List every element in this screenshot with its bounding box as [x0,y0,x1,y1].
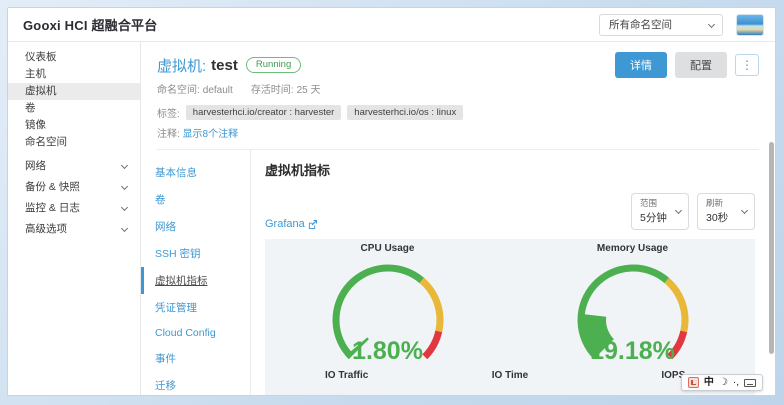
resource-meta: 命名空间:default 存活时间:25 天 [157,81,759,96]
refresh-label: 刷新 [706,197,734,209]
tag-chip: harvesterhci.io/os : linux [347,105,463,120]
sidebar: 仪表板 主机 虚拟机 卷 镜像 命名空间 网络 备份 & 快照 监控 & 日志 … [8,42,141,395]
io-time-chart: IO Time 2 ms1.50 ms1 ms [428,370,591,396]
ime-language-toggle[interactable]: 中 [704,377,714,388]
tab-volumes[interactable]: 卷 [141,186,250,213]
sidebar-item-images[interactable]: 镜像 [8,117,140,134]
top-bar: Gooxi HCI 超融合平台 所有命名空间 [8,8,775,42]
vertical-scrollbar[interactable] [769,142,774,354]
sidebar-item-virtual-machines[interactable]: 虚拟机 [8,83,140,100]
tab-cloud-config[interactable]: Cloud Config [141,321,250,345]
page-header: 虚拟机: test Running 详情 配置 ⋮ 命名空间:default 存活… [141,42,775,150]
range-select[interactable]: 范围 5分钟 [631,193,689,230]
user-avatar[interactable] [737,15,763,35]
area-chart: 5 kB/s4 kB/s3 kB/s [265,381,428,396]
metrics-section-title: 虚拟机指标 [265,160,755,179]
tab-migration[interactable]: 迁移 [141,372,250,396]
refresh-select[interactable]: 刷新 30秒 [697,193,755,230]
range-value: 5分钟 [640,210,668,225]
screenshot-frame: Gooxi HCI 超融合平台 所有命名空间 仪表板 主机 虚拟机 卷 镜像 命… [0,0,784,405]
annotations-label: 注释: [157,129,180,140]
chart-title: IO Time [428,370,591,381]
chevron-down-icon [675,207,682,214]
app-title: Gooxi HCI 超融合平台 [23,15,157,34]
ime-fullwidth-moon-icon[interactable]: ☽ [719,377,728,388]
ime-keyboard-icon[interactable] [744,379,756,387]
gauge-value: 19.18% [528,337,738,366]
io-traffic-chart: IO Traffic 5 kB/s4 kB/s3 kB/s [265,370,428,396]
tag-chip: harvesterhci.io/creator : harvester [186,105,342,120]
chevron-down-icon [121,183,128,190]
chart-title: IO Traffic [265,370,428,381]
ime-punctuation-toggle[interactable]: ·, [733,377,739,388]
sidebar-item-dashboard[interactable]: 仪表板 [8,49,140,66]
ime-logo-icon[interactable] [688,377,699,388]
area-chart: 2 ms1.50 ms1 ms [428,381,591,396]
resource-type-label: 虚拟机: [157,55,206,76]
chevron-down-icon [121,162,128,169]
ime-toolbar[interactable]: 中 ☽ ·, [681,374,763,391]
chevron-down-icon [121,225,128,232]
sidebar-item-volumes[interactable]: 卷 [8,100,140,117]
memory-usage-gauge: Memory Usage 19.18% [510,243,755,368]
details-button[interactable]: 详情 [615,52,667,78]
sidebar-item-advanced[interactable]: 高级选项 [8,219,140,240]
namespace-value: default [203,85,233,96]
range-label: 范围 [640,197,668,209]
cpu-usage-gauge: CPU Usage 1.80% [265,243,510,368]
metrics-dashboard: CPU Usage 1.80% Memory Usage [265,239,755,396]
chevron-down-icon [741,207,748,214]
sidebar-item-monitoring-logs[interactable]: 监控 & 日志 [8,198,140,219]
chevron-down-icon [708,20,715,27]
gauge-value: 1.80% [283,337,493,366]
sidebar-item-hosts[interactable]: 主机 [8,66,140,83]
sidebar-item-backup-snapshot[interactable]: 备份 & 快照 [8,177,140,198]
age-label: 存活时间: [251,85,294,96]
tab-vm-metrics[interactable]: 虚拟机指标 [141,267,250,294]
sidebar-item-namespaces[interactable]: 命名空间 [8,134,140,151]
detail-subnav: 基本信息 卷 网络 SSH 密钥 虚拟机指标 凭证管理 Cloud Config… [141,150,251,395]
show-annotations-link[interactable]: 显示8个注释 [183,129,239,140]
chart-title: Memory Usage [510,243,755,254]
status-badge: Running [246,57,301,73]
sidebar-item-networks[interactable]: 网络 [8,156,140,177]
external-link-icon [308,220,317,229]
age-value: 25 天 [297,85,321,96]
tab-networks[interactable]: 网络 [141,213,250,240]
tags-label: 标签: [157,105,180,120]
namespace-dropdown-value: 所有命名空间 [609,19,672,31]
namespace-label: 命名空间: [157,85,200,96]
app-window: Gooxi HCI 超融合平台 所有命名空间 仪表板 主机 虚拟机 卷 镜像 命… [7,7,776,396]
refresh-value: 30秒 [706,210,734,225]
chevron-down-icon [121,204,128,211]
tab-credentials[interactable]: 凭证管理 [141,294,250,321]
grafana-link[interactable]: Grafana [265,218,317,230]
tab-events[interactable]: 事件 [141,345,250,372]
tab-basic-info[interactable]: 基本信息 [141,159,250,186]
config-button[interactable]: 配置 [675,52,727,78]
page-title: test [211,57,238,74]
chart-title: CPU Usage [265,243,510,254]
namespace-dropdown[interactable]: 所有命名空间 [599,14,723,36]
tab-ssh-keys[interactable]: SSH 密钥 [141,240,250,267]
more-actions-button[interactable]: ⋮ [735,54,759,76]
